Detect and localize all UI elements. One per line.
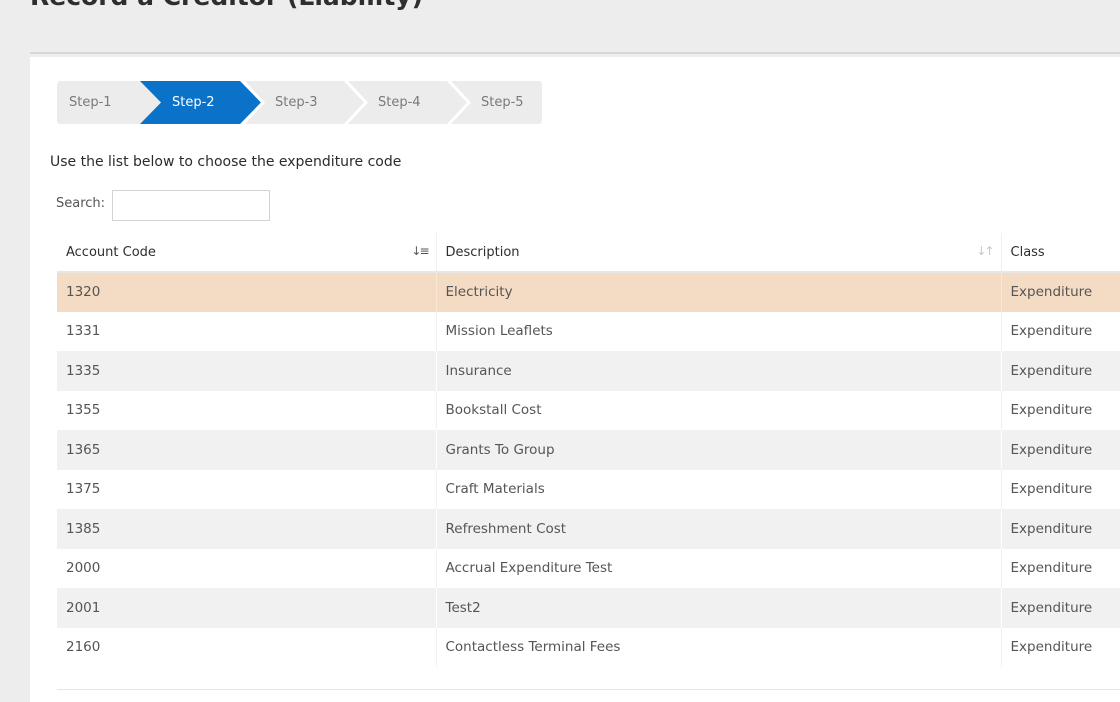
cell-description: Electricity: [435, 272, 1001, 312]
cell-class: Expenditure: [1000, 272, 1120, 312]
column-header-description[interactable]: Description ↓↑: [435, 233, 1001, 273]
cell-account-code: 1355: [57, 390, 436, 430]
cell-class: Expenditure: [1000, 430, 1120, 470]
step-1-label: Step-1: [69, 95, 112, 110]
cell-class: Expenditure: [1000, 548, 1120, 588]
cell-account-code: 1385: [57, 509, 436, 549]
step-2[interactable]: Step-2: [140, 81, 244, 124]
cell-description: Contactless Terminal Fees: [435, 627, 1001, 667]
cell-account-code: 1335: [57, 351, 436, 391]
cell-class: Expenditure: [1000, 390, 1120, 430]
table-row[interactable]: 1365 Grants To Group Expenditure: [57, 430, 1120, 470]
step-3[interactable]: Step-3: [244, 81, 347, 124]
table-row[interactable]: 2001 Test2 Expenditure: [57, 588, 1120, 628]
wizard-stepper: Step-1 Step-2 Step-3 Step-4 Step-5: [57, 81, 542, 124]
cell-class: Expenditure: [1000, 509, 1120, 549]
search-input[interactable]: [112, 190, 270, 221]
cell-account-code: 2160: [57, 627, 436, 667]
cell-class: Expenditure: [1000, 311, 1120, 351]
sort-both-icon: ↓↑: [976, 244, 994, 258]
step-3-label: Step-3: [275, 95, 318, 110]
table-row[interactable]: 1320 Electricity Expenditure: [57, 272, 1120, 312]
column-header-class[interactable]: Class: [1000, 233, 1120, 273]
table-row[interactable]: 1375 Craft Materials Expenditure: [57, 469, 1120, 509]
table-row[interactable]: 2160 Contactless Terminal Fees Expenditu…: [57, 627, 1120, 667]
cell-description: Craft Materials: [435, 469, 1001, 509]
cell-class: Expenditure: [1000, 469, 1120, 509]
search-label: Search:: [56, 196, 106, 211]
cell-class: Expenditure: [1000, 627, 1120, 667]
cell-description: Bookstall Cost: [435, 390, 1001, 430]
cell-account-code: 1331: [57, 311, 436, 351]
step-4-label: Step-4: [378, 95, 421, 110]
cell-account-code: 1320: [57, 272, 436, 312]
cell-description: Grants To Group: [435, 430, 1001, 470]
cell-description: Test2: [435, 588, 1001, 628]
step-5-label: Step-5: [481, 95, 524, 110]
cell-class: Expenditure: [1000, 351, 1120, 391]
cell-class: Expenditure: [1000, 588, 1120, 628]
column-header-label: Class: [1010, 244, 1045, 260]
cell-description: Mission Leaflets: [435, 311, 1001, 351]
step-2-label: Step-2: [172, 95, 215, 110]
account-table-container: Account Code ↓≡ Description ↓↑ Class 132…: [57, 233, 1120, 690]
cell-description: Insurance: [435, 351, 1001, 391]
column-header-label: Account Code: [66, 244, 156, 260]
table-row[interactable]: 1331 Mission Leaflets Expenditure: [57, 311, 1120, 351]
cell-description: Accrual Expenditure Test: [435, 548, 1001, 588]
cell-account-code: 1375: [57, 469, 436, 509]
table-row[interactable]: 1335 Insurance Expenditure: [57, 351, 1120, 391]
table-row[interactable]: 1355 Bookstall Cost Expenditure: [57, 390, 1120, 430]
cell-account-code: 1365: [57, 430, 436, 470]
table-row[interactable]: 1385 Refreshment Cost Expenditure: [57, 509, 1120, 549]
step-5[interactable]: Step-5: [450, 81, 542, 124]
account-code-table: Account Code ↓≡ Description ↓↑ Class 132…: [57, 233, 1120, 667]
column-header-label: Description: [445, 244, 520, 260]
page-title: Record a Creditor (Liability): [30, 0, 423, 12]
instruction-text: Use the list below to choose the expendi…: [50, 154, 402, 170]
cell-account-code: 2001: [57, 588, 436, 628]
title-divider: [30, 52, 1120, 54]
cell-account-code: 2000: [57, 548, 436, 588]
step-1[interactable]: Step-1: [57, 81, 140, 124]
cell-description: Refreshment Cost: [435, 509, 1001, 549]
column-header-account-code[interactable]: Account Code ↓≡: [57, 233, 436, 273]
step-4[interactable]: Step-4: [347, 81, 450, 124]
table-header-row: Account Code ↓≡ Description ↓↑ Class: [57, 233, 1120, 273]
table-row[interactable]: 2000 Accrual Expenditure Test Expenditur…: [57, 548, 1120, 588]
sort-amount-down-icon: ↓≡: [411, 244, 429, 258]
